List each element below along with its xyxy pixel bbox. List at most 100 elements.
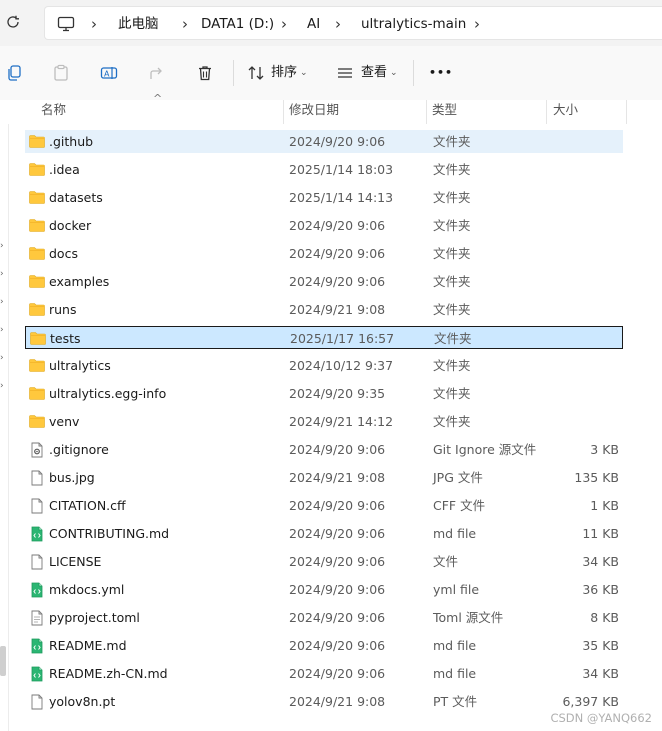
file-date: 2024/9/21 14:12: [289, 414, 394, 429]
file-name: ultralytics: [49, 358, 111, 373]
chevron-right-icon[interactable]: ›: [281, 7, 287, 41]
view-button[interactable]: 查看: [361, 64, 387, 82]
breadcrumb-item-this-pc[interactable]: 此电脑: [118, 7, 159, 41]
file-row[interactable]: bus.jpg 2024/9/21 9:08 JPG 文件 135 KB: [25, 466, 623, 489]
column-divider[interactable]: [626, 100, 627, 124]
file-date: 2024/9/21 9:08: [289, 302, 386, 317]
file-size: 11 KB: [582, 526, 619, 541]
file-row[interactable]: CITATION.cff 2024/9/20 9:06 CFF 文件 1 KB: [25, 494, 623, 517]
chevron-right-icon[interactable]: ›: [474, 7, 480, 41]
file-name: .idea: [49, 162, 80, 177]
column-header-size[interactable]: 大小: [553, 100, 578, 124]
file-row[interactable]: ultralytics.egg-info 2024/9/20 9:35 文件夹: [25, 382, 623, 405]
file-date: 2024/9/20 9:06: [289, 554, 386, 569]
file-type: 文件夹: [433, 386, 471, 401]
file-row[interactable]: tests 2025/1/17 16:57 文件夹: [25, 326, 623, 349]
breadcrumb[interactable]: › 此电脑 › DATA1 (D:) › AI › ultralytics-ma…: [44, 6, 662, 40]
sort-icon[interactable]: [245, 62, 267, 84]
breadcrumb-item-drive[interactable]: DATA1 (D:): [201, 7, 274, 41]
chevron-down-icon[interactable]: ⌄: [300, 64, 308, 82]
copy-icon[interactable]: [3, 62, 25, 84]
code-file-icon: [29, 666, 45, 682]
expand-arrow-icon[interactable]: ›: [0, 325, 5, 335]
file-row[interactable]: .gitignore 2024/9/20 9:06 Git Ignore 源文件 3 …: [25, 438, 623, 461]
column-divider[interactable]: [283, 100, 284, 124]
column-header-date[interactable]: 修改日期: [289, 100, 339, 124]
file-row[interactable]: .github 2024/9/20 9:06 文件夹: [25, 130, 623, 153]
expand-arrow-icon[interactable]: ›: [0, 297, 5, 307]
share-icon[interactable]: [146, 62, 168, 84]
file-row[interactable]: docker 2024/9/20 9:06 文件夹: [25, 214, 623, 237]
file-type: 文件夹: [433, 134, 471, 149]
file-name: CITATION.cff: [49, 498, 126, 513]
file-date: 2024/9/21 9:08: [289, 694, 386, 709]
file-row[interactable]: pyproject.toml 2024/9/20 9:06 Toml 源文件 8 KB: [25, 606, 623, 629]
file-name: tests: [50, 331, 81, 346]
file-name: docker: [49, 218, 92, 233]
file-row[interactable]: ultralytics 2024/10/12 9:37 文件夹: [25, 354, 623, 377]
code-file-icon: [29, 638, 45, 654]
text-file-icon: [29, 610, 45, 626]
more-options-button[interactable]: •••: [429, 64, 453, 82]
file-row[interactable]: examples 2024/9/20 9:06 文件夹: [25, 270, 623, 293]
folder-icon: [30, 331, 46, 345]
file-row[interactable]: CONTRIBUTING.md 2024/9/20 9:06 md file 11 K…: [25, 522, 623, 545]
file-row[interactable]: README.zh-CN.md 2024/9/20 9:06 md file 34 K…: [25, 662, 623, 685]
file-type: 文件夹: [433, 190, 471, 205]
chevron-right-icon[interactable]: ›: [91, 7, 97, 41]
file-type: 文件夹: [433, 274, 471, 289]
file-name: mkdocs.yml: [49, 582, 125, 597]
this-pc-icon[interactable]: [57, 7, 75, 41]
folder-icon: [29, 134, 45, 148]
file-type: 文件夹: [433, 246, 471, 261]
toolbar-divider: [413, 60, 414, 86]
file-type: 文件夹: [433, 414, 471, 429]
file-name: docs: [49, 246, 78, 261]
chevron-down-icon[interactable]: ⌄: [390, 64, 398, 82]
file-row[interactable]: runs 2024/9/21 9:08 文件夹: [25, 298, 623, 321]
file-date: 2024/9/20 9:35: [289, 386, 386, 401]
code-file-icon: [29, 526, 45, 542]
chevron-right-icon[interactable]: ›: [182, 7, 188, 41]
scrollbar-thumb[interactable]: [0, 646, 6, 676]
file-name: examples: [49, 274, 110, 289]
file-type: md file: [433, 638, 477, 653]
delete-icon[interactable]: [194, 62, 216, 84]
folder-icon: [29, 190, 45, 204]
file-row[interactable]: README.md 2024/9/20 9:06 md file 35 KB: [25, 634, 623, 657]
expand-arrow-icon[interactable]: ›: [0, 381, 5, 391]
file-row[interactable]: yolov8n.pt 2024/9/21 9:08 PT 文件 6,397 KB: [25, 690, 623, 713]
file-row[interactable]: datasets 2025/1/14 14:13 文件夹: [25, 186, 623, 209]
column-header-type[interactable]: 类型: [432, 100, 457, 124]
file-icon: [29, 498, 45, 514]
file-name: CONTRIBUTING.md: [49, 526, 170, 541]
folder-icon: [29, 162, 45, 176]
breadcrumb-item-ai[interactable]: AI: [307, 7, 320, 41]
file-type: yml file: [433, 582, 480, 597]
column-divider[interactable]: [546, 100, 547, 124]
file-icon: [29, 554, 45, 570]
file-row[interactable]: .idea 2025/1/14 18:03 文件夹: [25, 158, 623, 181]
file-row[interactable]: LICENSE 2024/9/20 9:06 文件 34 KB: [25, 550, 623, 573]
file-row[interactable]: venv 2024/9/21 14:12 文件夹: [25, 410, 623, 433]
expand-arrow-icon[interactable]: ›: [0, 353, 5, 363]
chevron-right-icon[interactable]: ›: [335, 7, 341, 41]
refresh-icon[interactable]: [5, 14, 23, 32]
file-size: 34 KB: [582, 666, 619, 681]
breadcrumb-item-ultralytics-main[interactable]: ultralytics-main: [361, 7, 466, 41]
file-name: README.md: [49, 638, 127, 653]
file-date: 2024/9/20 9:06: [289, 582, 386, 597]
column-header-name[interactable]: 名称: [41, 100, 66, 124]
column-divider[interactable]: [426, 100, 427, 124]
folder-icon: [29, 274, 45, 288]
view-icon[interactable]: [334, 62, 356, 84]
file-row[interactable]: docs 2024/9/20 9:06 文件夹: [25, 242, 623, 265]
file-row[interactable]: mkdocs.yml 2024/9/20 9:06 yml file 36 KB: [25, 578, 623, 601]
expand-arrow-icon[interactable]: ›: [0, 269, 5, 279]
sort-button[interactable]: 排序: [271, 64, 297, 82]
expand-arrow-icon[interactable]: ›: [0, 241, 5, 251]
file-date: 2024/10/12 9:37: [289, 358, 394, 373]
rename-icon[interactable]: A: [98, 62, 120, 84]
paste-icon[interactable]: [50, 62, 72, 84]
file-size: 36 KB: [582, 582, 619, 597]
